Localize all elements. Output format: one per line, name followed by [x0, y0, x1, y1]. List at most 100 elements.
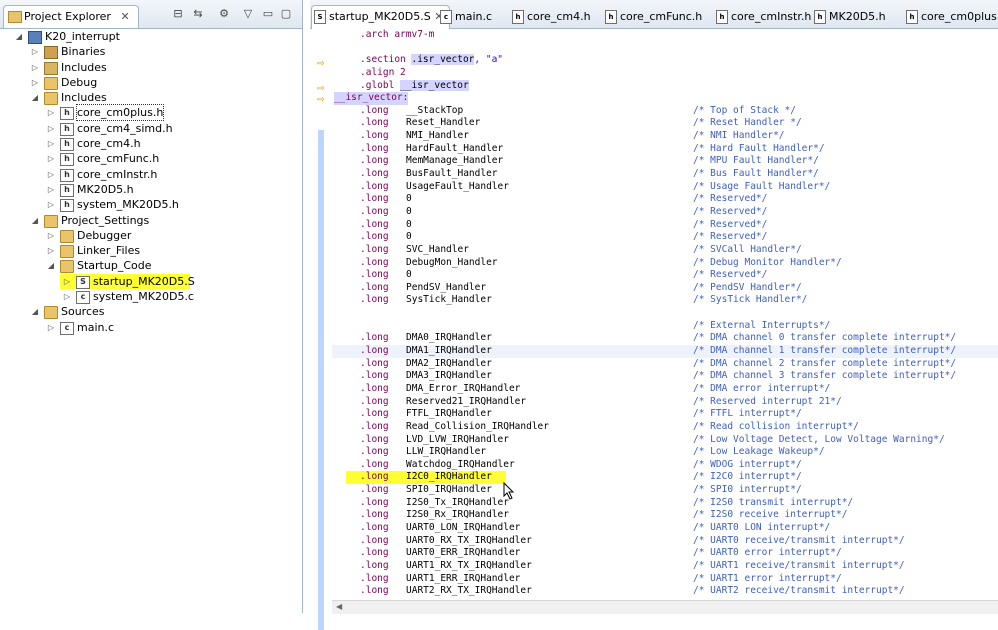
collapsed-arrow-icon[interactable]: ▷: [46, 151, 56, 166]
collapse-all-icon[interactable]: ⊟: [172, 8, 184, 20]
code-line[interactable]: .globl __isr_vector: [332, 79, 998, 93]
collapsed-arrow-icon[interactable]: ▷: [46, 105, 56, 120]
tree-item[interactable]: ▷ Linker_Files: [0, 243, 302, 259]
collapsed-arrow-icon[interactable]: ▷: [46, 121, 56, 136]
tree-item[interactable]: ▷ h core_cm0plus.h: [0, 104, 302, 122]
code-line[interactable]: .long I2C0_IRQHandler /* I2C0 interrupt*/: [332, 471, 998, 485]
code-line[interactable]: .arch armv7-m: [332, 29, 998, 42]
horizontal-scrollbar[interactable]: ◀: [332, 600, 998, 614]
code-line[interactable]: .long UART2_RX_TX_IRQHandler /* UART2 rece…: [332, 585, 998, 598]
code-line[interactable]: .long UART0_RX_TX_IRQHandler /* UART0 rece…: [332, 535, 998, 548]
tree-item[interactable]: ▷ h core_cmInstr.h: [0, 167, 302, 182]
tree-item[interactable]: ▷ h core_cm4_simd.h: [0, 121, 302, 136]
link-with-editor-icon[interactable]: ⇆: [192, 8, 204, 20]
code-line[interactable]: __isr_vector:: [332, 92, 998, 105]
collapsed-arrow-icon[interactable]: ▷: [30, 44, 40, 59]
code-line[interactable]: .long 0 /* Reserved*/: [332, 206, 998, 219]
collapsed-arrow-icon[interactable]: ▷: [46, 182, 56, 197]
code-line[interactable]: .long UsageFault_Handler /* Usage Fault Ha…: [332, 181, 998, 194]
code-line[interactable]: .long Reserved21_IRQHandler /* Reserved in…: [332, 396, 998, 409]
code-line[interactable]: [332, 42, 998, 55]
collapsed-arrow-icon[interactable]: ▷: [46, 136, 56, 151]
code-line[interactable]: .long SVC_Handler /* SVCall Handler*/: [332, 244, 998, 257]
project-explorer-tab[interactable]: Project Explorer ✕: [3, 5, 139, 28]
collapsed-arrow-icon[interactable]: ▷: [46, 320, 56, 335]
code-line[interactable]: .long DebugMon_Handler /* Debug Monitor Ha…: [332, 257, 998, 270]
expanded-arrow-icon[interactable]: ◢: [46, 258, 56, 273]
code-line[interactable]: .long Reset_Handler /* Reset Handler */: [332, 117, 998, 130]
code-line[interactable]: .long FTFL_IRQHandler /* FTFL interrupt*/: [332, 408, 998, 421]
code-line[interactable]: .section .isr_vector, "a": [332, 54, 998, 67]
code-line[interactable]: .long DMA0_IRQHandler /* DMA channel 0 tra…: [332, 332, 998, 345]
code-line[interactable]: .long 0 /* Reserved*/: [332, 219, 998, 232]
scroll-left-icon[interactable]: ◀: [336, 602, 342, 611]
code-line[interactable]: [332, 307, 998, 320]
code-line[interactable]: .long PendSV_Handler /* PendSV Handler*/: [332, 282, 998, 295]
code-line[interactable]: .long I2S0_Rx_IRQHandler /* I2S0 receive i…: [332, 509, 998, 522]
tree-item[interactable]: ◢ K20_interrupt: [0, 29, 302, 44]
code-line[interactable]: .long SysTick_Handler /* SysTick Handler*/: [332, 294, 998, 307]
editor-tab[interactable]: hcore_cm0plus.h: [904, 6, 998, 27]
close-icon[interactable]: ✕: [120, 10, 129, 23]
code-line[interactable]: .long MemManage_Handler /* MPU Fault Handl…: [332, 155, 998, 168]
maximize-icon[interactable]: ▢: [280, 8, 292, 20]
code-line[interactable]: .long Read_Collision_IRQHandler /* Read co…: [332, 421, 998, 434]
tree-item[interactable]: ▷ Debug: [0, 75, 302, 90]
code-line[interactable]: .long DMA_Error_IRQHandler /* DMA error in…: [332, 383, 998, 396]
code-line[interactable]: .long UART1_ERR_IRQHandler /* UART1 error …: [332, 573, 998, 586]
expanded-arrow-icon[interactable]: ◢: [30, 213, 40, 228]
code-line[interactable]: .long BusFault_Handler /* Bus Fault Handle…: [332, 168, 998, 181]
tree-item[interactable]: ▷ Binaries: [0, 44, 302, 60]
expanded-arrow-icon[interactable]: ◢: [30, 304, 40, 319]
filter-icon[interactable]: ⚙: [218, 8, 230, 20]
tree-item[interactable]: ▷ c system_MK20D5.c: [0, 289, 302, 305]
collapsed-arrow-icon[interactable]: ▷: [46, 167, 56, 182]
editor-tab[interactable]: h MK20D5.h: [812, 6, 886, 27]
tree-item[interactable]: ◢ Project_Settings: [0, 213, 302, 228]
code-line[interactable]: .long NMI_Handler /* NMI Handler*/: [332, 130, 998, 143]
tree-item[interactable]: ▷ Sstartup_MK20D5.S: [0, 273, 302, 289]
tree-item[interactable]: ◢ Startup_Code: [0, 258, 302, 274]
code-line[interactable]: .long __StackTop /* Top of Stack */: [332, 105, 998, 118]
code-line[interactable]: .long 0 /* Reserved*/: [332, 193, 998, 206]
tree-item[interactable]: ▷ h system_MK20D5.h: [0, 197, 302, 213]
code-line[interactable]: .long 0 /* Reserved*/: [332, 231, 998, 244]
collapsed-arrow-icon[interactable]: ▷: [62, 274, 72, 289]
code-line[interactable]: .long LVD_LVW_IRQHandler /* Low Voltage De…: [332, 434, 998, 447]
code-line[interactable]: .long I2S0_Tx_IRQHandler /* I2S0 transmit …: [332, 497, 998, 510]
tree-item[interactable]: ▷ h core_cmFunc.h: [0, 151, 302, 167]
code-line[interactable]: .long DMA3_IRQHandler /* DMA channel 3 tra…: [332, 370, 998, 383]
code-line[interactable]: .long 0 /* Reserved*/: [332, 269, 998, 282]
collapsed-arrow-icon[interactable]: ▷: [62, 289, 72, 304]
code-line[interactable]: .align 2: [332, 67, 998, 80]
tree-item[interactable]: ▷ h core_cm4.h: [0, 136, 302, 152]
code-line[interactable]: /* External Interrupts*/: [332, 320, 998, 333]
code-line[interactable]: .long DMA2_IRQHandler /* DMA channel 2 tra…: [332, 358, 998, 371]
collapsed-arrow-icon[interactable]: ▷: [46, 228, 56, 243]
code-line[interactable]: .long UART0_LON_IRQHandler /* UART0 LON in…: [332, 522, 998, 535]
editor-tab[interactable]: h core_cmInstr.h: [714, 6, 811, 27]
code-line[interactable]: .long LLW_IRQHandler /* Low Leakage Wakeup…: [332, 446, 998, 459]
code-line[interactable]: .long Watchdog_IRQHandler /* WDOG interrup…: [332, 459, 998, 472]
collapsed-arrow-icon[interactable]: ▷: [46, 243, 56, 258]
tree-item[interactable]: ▷ Debugger: [0, 228, 302, 243]
code-line[interactable]: .long UART0_ERR_IRQHandler /* UART0 error …: [332, 547, 998, 560]
editor-tab[interactable]: h core_cm4.h: [510, 6, 591, 27]
editor-tab[interactable]: h core_cmFunc.h: [603, 6, 702, 27]
editor-tab[interactable]: c main.c: [438, 6, 492, 27]
code-line[interactable]: .long DMA1_IRQHandler /* DMA channel 1 tra…: [332, 345, 998, 358]
tree-item[interactable]: ◢ Sources: [0, 304, 302, 320]
collapsed-arrow-icon[interactable]: ▷: [30, 60, 40, 75]
code-line[interactable]: .long HardFault_Handler /* Hard Fault Hand…: [332, 143, 998, 156]
tree-item[interactable]: ◢ Includes: [0, 90, 302, 106]
tree-item[interactable]: ▷ h MK20D5.h: [0, 182, 302, 197]
code-line[interactable]: .long SPI0_IRQHandler /* SPI0 interrupt*/: [332, 484, 998, 497]
minimize-icon[interactable]: ▭: [262, 8, 274, 20]
expanded-arrow-icon[interactable]: ◢: [30, 90, 40, 105]
tree-item[interactable]: ▷ Includes: [0, 60, 302, 75]
collapsed-arrow-icon[interactable]: ▷: [30, 75, 40, 90]
tree-item[interactable]: ▷ c main.c: [0, 320, 302, 335]
code-area[interactable]: .arch armv7-m .section .isr_vector, "a" .a…: [332, 29, 998, 599]
view-menu-icon[interactable]: ▽: [242, 8, 254, 20]
editor-tab[interactable]: Sstartup_MK20D5.S ✕: [311, 5, 451, 29]
